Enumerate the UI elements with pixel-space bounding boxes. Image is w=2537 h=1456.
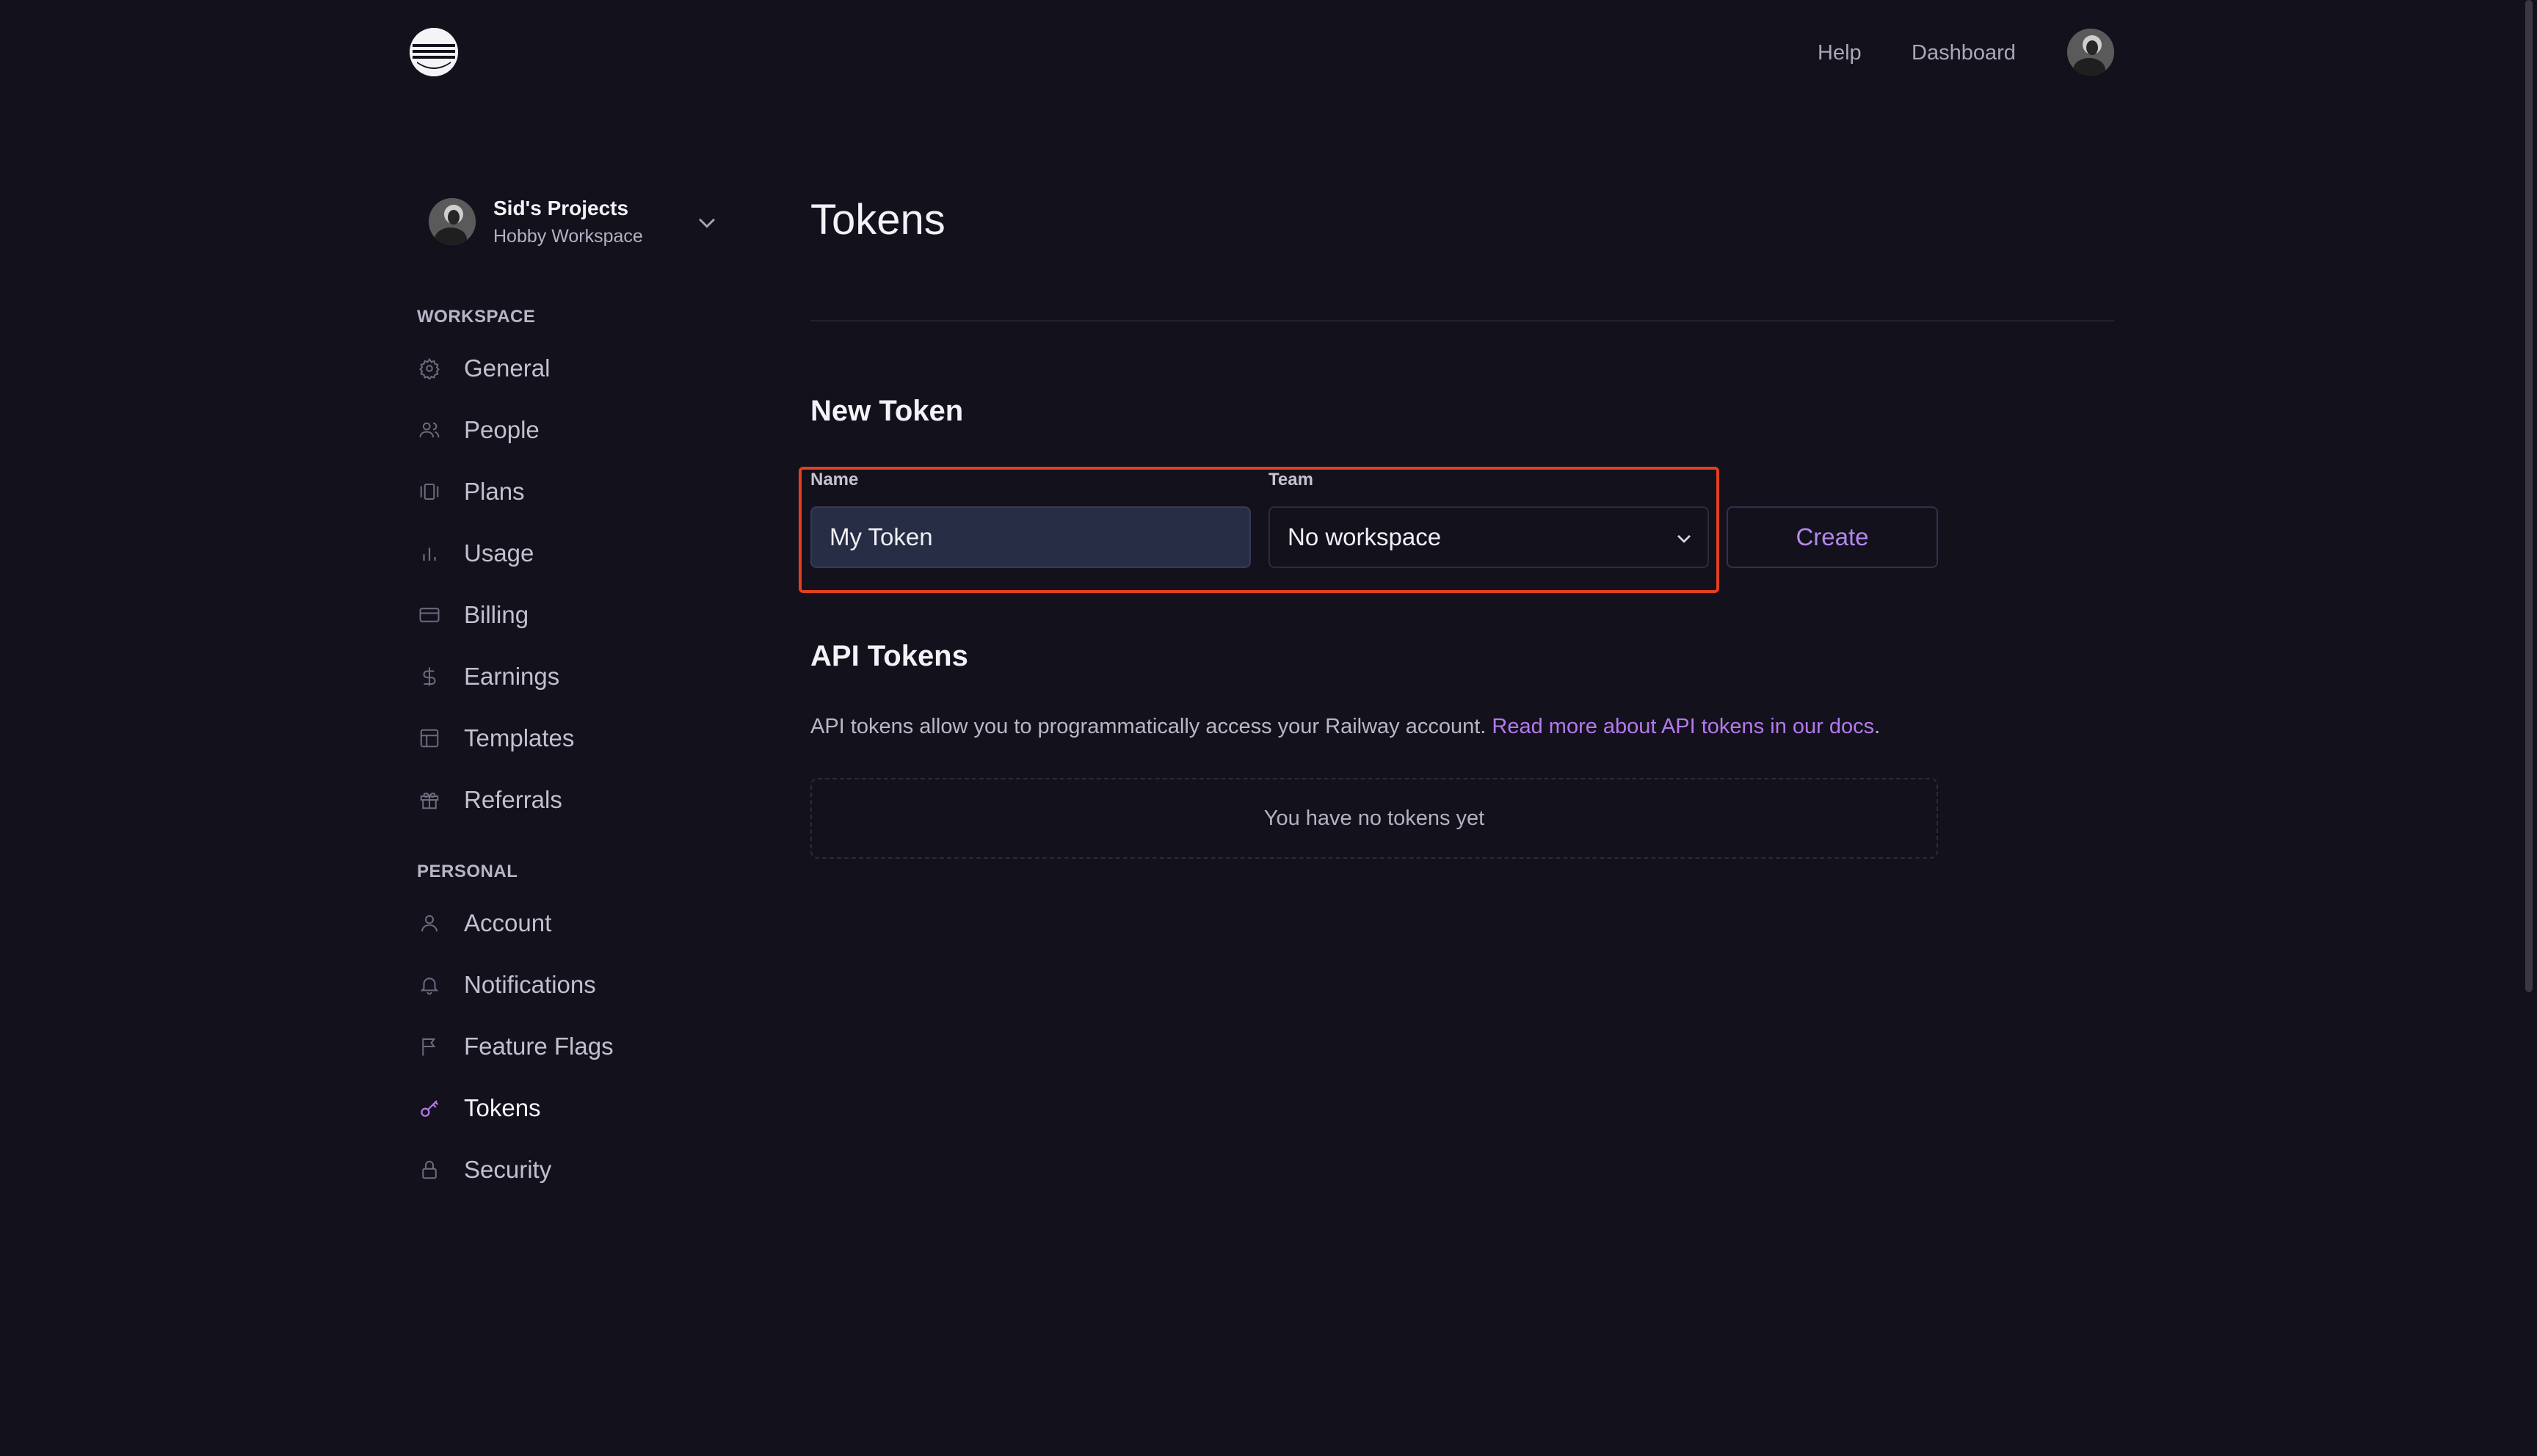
sidebar-item-security[interactable]: Security [417,1149,725,1190]
sidebar-item-people[interactable]: People [417,410,725,451]
sidebar-item-notifications[interactable]: Notifications [417,964,725,1005]
gear-icon [417,356,442,381]
dashboard-link[interactable]: Dashboard [1912,37,2016,69]
empty-tokens-text: You have no tokens yet [1263,806,1485,830]
credit-card-icon [417,603,442,627]
sidebar-item-label: Tokens [464,1094,541,1121]
sidebar-item-plans[interactable]: Plans [417,471,725,512]
sidebar-item-billing[interactable]: Billing [417,594,725,636]
sidebar-item-label: Notifications [464,971,596,998]
sidebar-item-label: Billing [464,601,529,628]
bell-icon [417,972,442,997]
sidebar-item-general[interactable]: General [417,348,725,389]
sidebar-item-feature-flags[interactable]: Feature Flags [417,1026,725,1067]
sidebar-item-label: Referrals [464,786,562,813]
personal-section-label: PERSONAL [417,862,518,881]
workspace-section-label: WORKSPACE [417,307,536,327]
help-link[interactable]: Help [1818,37,1862,69]
flag-icon [417,1034,442,1059]
sidebar-item-templates[interactable]: Templates [417,718,725,759]
title-divider [810,320,2114,321]
key-icon [417,1096,442,1121]
sidebar-item-label: People [464,416,540,443]
sidebar-item-tokens[interactable]: Tokens [417,1088,725,1129]
sidebar-item-label: Feature Flags [464,1033,614,1060]
team-field-label: Team [1268,470,1313,489]
create-token-button[interactable]: Create [1727,506,1938,568]
team-select[interactable]: No workspace [1268,506,1709,568]
user-avatar[interactable] [2067,29,2114,76]
chevron-down-icon [1677,535,1691,543]
name-field-label: Name [810,470,859,489]
sidebar-item-usage[interactable]: Usage [417,533,725,574]
people-icon [417,418,442,443]
template-icon [417,726,442,751]
team-select-value: No workspace [1288,523,1442,550]
sidebar-item-referrals[interactable]: Referrals [417,779,725,820]
sidebar-item-label: Templates [464,724,575,751]
page-title: Tokens [810,196,946,244]
workspace-subtitle: Hobby Workspace [493,226,643,247]
sidebar-item-label: Account [464,909,552,936]
sidebar-item-label: Usage [464,539,534,567]
api-tokens-docs-link[interactable]: Read more about API tokens in our docs [1492,715,1874,738]
bar-chart-icon [417,541,442,566]
chevron-down-icon[interactable] [694,210,719,235]
description-period: . [1874,715,1881,738]
dollar-icon [417,664,442,689]
sidebar-item-label: General [464,354,551,382]
workspace-name[interactable]: Sid's Projects [493,197,628,220]
token-name-input[interactable]: My Token [810,506,1251,568]
gift-icon [417,787,442,812]
plans-icon [417,479,442,504]
sidebar-item-account[interactable]: Account [417,903,725,944]
sidebar-item-earnings[interactable]: Earnings [417,656,725,697]
sidebar-item-label: Security [464,1156,552,1183]
sidebar-item-label: Earnings [464,663,560,690]
empty-tokens-placeholder: You have no tokens yet [810,778,1938,859]
api-tokens-description: API tokens allow you to programmatically… [810,715,1880,739]
workspace-avatar[interactable] [429,198,476,245]
user-icon [417,911,442,936]
lock-icon [417,1157,442,1182]
api-tokens-heading: API Tokens [810,640,968,672]
new-token-heading: New Token [810,395,964,427]
api-tokens-description-text: API tokens allow you to programmatically… [810,715,1492,738]
page-scrollbar[interactable] [2525,0,2533,992]
railway-logo[interactable] [410,28,458,76]
sidebar-item-label: Plans [464,478,525,505]
